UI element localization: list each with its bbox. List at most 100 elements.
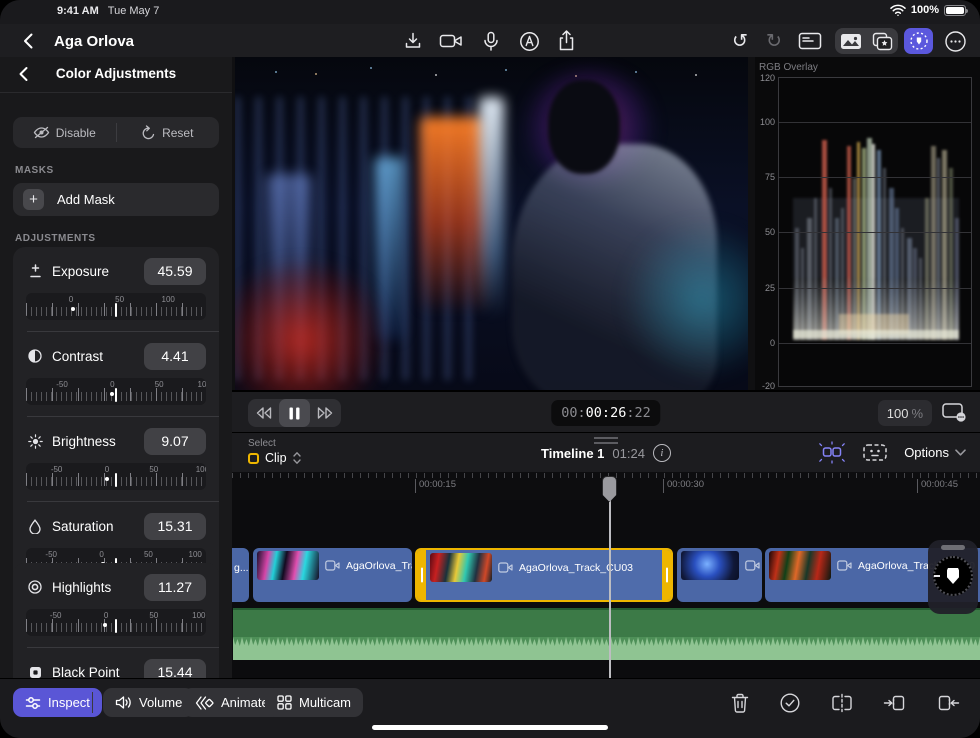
split-clip-button[interactable] [829,690,855,716]
multicam-grid-icon [277,695,292,710]
timeline-clip[interactable]: A... [677,548,762,602]
timeline-header: Select Clip Timeline 1 01:24 i Options [232,432,980,472]
project-title: Aga Orlova [54,33,134,50]
display-options-icon [941,401,967,423]
playhead-line[interactable] [609,477,611,678]
clip-thumbnail [257,551,319,580]
skip-back-button[interactable] [248,399,279,427]
approve-button[interactable] [777,690,803,716]
volume-button[interactable]: Volume [103,688,194,717]
timeline-name[interactable]: Timeline 1 [541,446,604,461]
brightness-slider[interactable]: -50 0 50 100 [26,463,206,490]
inspect-button[interactable]: Inspect [13,688,102,717]
chevron-down-icon [955,449,966,456]
disable-label: Disable [56,126,96,140]
media-effects-group [835,28,898,54]
viewer-display-options-button[interactable] [938,398,970,426]
options-button[interactable]: Options [904,445,966,460]
overwrite-right-button[interactable] [935,690,961,716]
back-button[interactable] [18,30,40,52]
skip-forward-icon [317,407,334,419]
add-mask-button[interactable]: + Add Mask [13,183,219,216]
share-button[interactable] [553,29,579,53]
jog-wheel[interactable] [928,540,978,614]
effects-star-icon [872,32,893,51]
ruler-label: 00:00:15 [415,479,456,493]
annotate-button[interactable] [516,29,542,53]
plus-icon: + [23,189,44,210]
contrast-icon [26,349,44,363]
multicam-button[interactable]: Multicam [265,688,363,717]
insert-right-icon [936,693,960,713]
video-camera-icon [439,32,463,50]
clip-thumbnail [430,553,492,582]
effects-button[interactable] [867,28,899,54]
brightness-icon [26,434,44,449]
skip-forward-button[interactable] [310,399,341,427]
timeline-clip-selected[interactable]: AgaOrlova_Track_CU03 [415,548,673,602]
brightness-value[interactable]: 9.07 [144,428,206,455]
record-voiceover-button[interactable] [478,29,504,53]
clip-browser-button[interactable] [862,442,888,463]
timecode-display[interactable]: 00:00:26:22 [551,400,660,426]
exposure-value[interactable]: 45.59 [144,258,206,285]
black-point-icon [26,666,44,679]
reset-button[interactable]: Reset [117,117,220,148]
scope-plot [778,77,972,387]
timeline-track-area[interactable]: g... AgaOrlova_Track_Wid... AgaOrlova_Tr… [232,500,980,678]
panel-title: Color Adjustments [0,66,232,81]
timeline-clip[interactable]: g... [232,548,249,602]
app-window: 9:41 AMTue May 7 100% Aga Orlova ↺ [0,0,980,738]
video-camera-icon [837,560,852,571]
highlights-icon [26,580,44,594]
timeline-duration: 01:24 [612,446,645,461]
contrast-value[interactable]: 4.41 [144,343,206,370]
audio-waveform[interactable] [233,637,980,660]
transport-controls [248,399,341,427]
home-indicator[interactable] [372,725,608,730]
video-camera-icon [498,562,513,573]
more-button[interactable] [942,29,968,53]
jog-wheel-drag-handle[interactable] [941,545,965,550]
viewer-zoom-button[interactable]: 100% [878,400,932,426]
checkmark-circle-icon [779,692,801,714]
jog-wheel-toggle-button[interactable] [904,28,933,54]
disable-button[interactable]: Disable [13,117,116,148]
ruler-label: 00:00:30 [663,479,704,493]
timeline-clip[interactable]: AgaOrlova_Track_Wid... [253,548,412,602]
photos-icon [840,33,862,50]
keyframes-icon [195,696,214,710]
import-media-button[interactable] [400,29,426,53]
exposure-slider[interactable]: 0 50 100 [26,293,206,320]
highlights-slider[interactable]: -50 0 50 100 [26,609,206,636]
highlights-value[interactable]: 11.27 [144,574,206,601]
timeline-drag-handle[interactable] [594,437,618,444]
delete-button[interactable] [727,690,753,716]
jog-wheel-dial[interactable] [933,556,973,596]
multicam-label: Multicam [299,695,351,710]
media-browser-button[interactable] [835,28,867,54]
info-button[interactable]: i [653,444,671,462]
pause-button[interactable] [279,399,310,427]
options-label: Options [904,445,949,460]
connect-clip-icon [818,441,846,464]
clip-thumbnail [769,551,831,580]
titles-button[interactable] [797,29,823,53]
redo-button[interactable]: ↻ [761,29,787,53]
audio-track[interactable] [233,608,980,637]
contrast-slider[interactable]: -50 0 50 100 [26,378,206,405]
overwrite-left-button[interactable] [882,690,908,716]
saturation-value[interactable]: 15.31 [144,513,206,540]
zoom-unit: % [911,406,923,421]
trim-handle-left[interactable] [417,550,426,600]
video-preview[interactable] [235,57,748,390]
split-clip-icon [830,693,854,713]
connect-clip-button[interactable] [818,441,846,464]
animate-label: Animate [221,695,269,710]
status-date: Tue May 7 [108,5,160,17]
clip-browser-icon [862,442,888,463]
trim-handle-right[interactable] [662,550,671,600]
record-video-button[interactable] [438,29,464,53]
eye-slash-icon [33,126,50,139]
undo-button[interactable]: ↺ [727,29,753,53]
